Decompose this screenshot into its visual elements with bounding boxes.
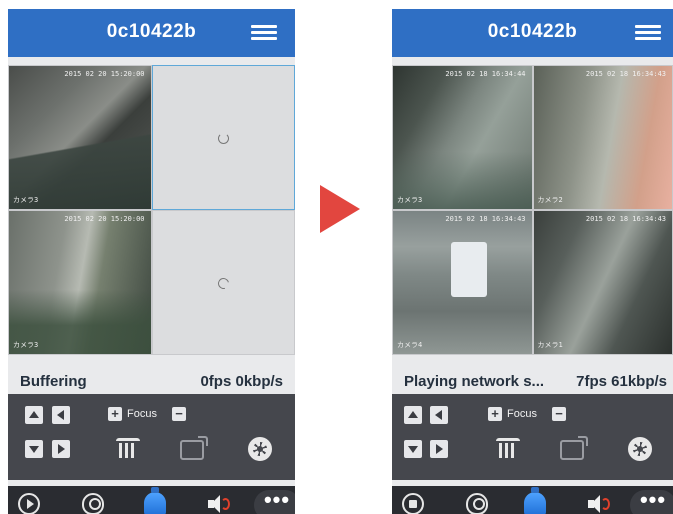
more-button[interactable]: ••• — [630, 489, 673, 514]
stream-rate-text: 0fps 0kbp/s — [200, 373, 283, 390]
bottom-toolbar: ••• — [392, 486, 673, 514]
loading-spinner-icon — [216, 275, 232, 291]
focus-out-button[interactable]: − — [172, 407, 186, 421]
camera-timestamp: 2015 02 20 15:20:00 — [64, 215, 145, 223]
ptz-right-button[interactable] — [430, 440, 448, 458]
phone-screen-before: 0c10422b 2015 02 20 15:20:00 カメラ3 2015 0… — [8, 9, 295, 514]
speaker-muted-icon[interactable] — [586, 493, 610, 514]
iris-icon[interactable] — [248, 437, 272, 461]
camera-grid: 2015 02 20 15:20:00 カメラ3 2015 02 20 15:2… — [8, 65, 295, 355]
camera-tile-4[interactable]: 2015 02 18 16:34:43 カメラ1 — [532, 210, 673, 355]
camera-tile-2[interactable] — [151, 65, 295, 210]
ptz-left-button[interactable] — [52, 406, 70, 424]
snapshot-icon[interactable] — [82, 493, 104, 514]
camera-timestamp: 2015 02 18 16:34:43 — [445, 215, 526, 223]
camera-label: カメラ3 — [13, 196, 39, 204]
ptz-camera-icon[interactable] — [144, 487, 166, 514]
more-button[interactable]: ••• — [254, 489, 295, 514]
ptz-left-button[interactable] — [430, 406, 448, 424]
play-icon[interactable] — [18, 493, 40, 514]
camera-label: カメラ3 — [397, 196, 423, 204]
focus-in-button[interactable]: + — [108, 407, 122, 421]
bottom-toolbar: ••• — [8, 486, 295, 514]
window-toggle-icon[interactable] — [180, 436, 208, 460]
ptz-control-panel: + Focus − — [392, 394, 673, 480]
stream-status-bar: Playing network s... 7fps 61kbp/s — [392, 371, 673, 393]
camera-label: カメラ1 — [537, 341, 563, 349]
camera-timestamp: 2015 02 18 16:34:44 — [445, 70, 526, 78]
camera-tile-3[interactable]: 2015 02 18 16:34:43 カメラ4 — [392, 210, 533, 355]
list-menu-icon[interactable] — [251, 23, 277, 43]
camera-tile-2[interactable]: 2015 02 18 16:34:43 カメラ2 — [532, 65, 673, 210]
focus-label: Focus — [127, 408, 157, 420]
focus-in-button[interactable]: + — [488, 407, 502, 421]
stream-status-text: Buffering — [20, 373, 87, 390]
stream-rate-text: 7fps 61kbp/s — [576, 373, 667, 390]
camera-tile-1[interactable]: 2015 02 20 15:20:00 カメラ3 — [8, 65, 152, 210]
camera-label: カメラ2 — [537, 196, 563, 204]
stream-status-text: Playing network s... — [404, 373, 545, 390]
snapshot-icon[interactable] — [466, 493, 488, 514]
camera-label: カメラ3 — [13, 341, 39, 349]
title-bar: 0c10422b — [392, 9, 673, 57]
ptz-control-panel: + Focus − — [8, 394, 295, 480]
camera-grid: 2015 02 18 16:34:44 カメラ3 2015 02 18 16:3… — [392, 65, 673, 355]
list-menu-icon[interactable] — [635, 23, 661, 43]
grid-layout-icon[interactable] — [496, 438, 520, 460]
focus-out-button[interactable]: − — [552, 407, 566, 421]
ptz-up-button[interactable] — [25, 406, 43, 424]
ptz-camera-icon[interactable] — [524, 487, 546, 514]
phone-screen-after: 0c10422b 2015 02 18 16:34:44 カメラ3 2015 0… — [392, 9, 673, 514]
camera-label: カメラ4 — [397, 341, 423, 349]
ptz-down-button[interactable] — [404, 440, 422, 458]
camera-timestamp: 2015 02 18 16:34:43 — [585, 215, 666, 223]
device-title: 0c10422b — [487, 21, 578, 42]
loading-spinner-icon — [218, 132, 230, 144]
grid-layout-icon[interactable] — [116, 438, 140, 460]
camera-timestamp: 2015 02 20 15:20:00 — [64, 70, 145, 78]
camera-tile-3[interactable]: 2015 02 20 15:20:00 カメラ3 — [8, 210, 152, 355]
camera-tile-1[interactable]: 2015 02 18 16:34:44 カメラ3 — [392, 65, 533, 210]
iris-icon[interactable] — [628, 437, 652, 461]
focus-label: Focus — [507, 408, 537, 420]
window-toggle-icon[interactable] — [560, 436, 588, 460]
camera-tile-4[interactable] — [151, 210, 295, 355]
stop-icon[interactable] — [402, 493, 424, 514]
ptz-up-button[interactable] — [404, 406, 422, 424]
ptz-right-button[interactable] — [52, 440, 70, 458]
title-bar: 0c10422b — [8, 9, 295, 57]
stream-status-bar: Buffering 0fps 0kbp/s — [8, 371, 295, 393]
speaker-muted-icon[interactable] — [206, 493, 230, 514]
camera-timestamp: 2015 02 18 16:34:43 — [585, 70, 666, 78]
ptz-down-button[interactable] — [25, 440, 43, 458]
transition-arrow-icon — [320, 185, 360, 233]
